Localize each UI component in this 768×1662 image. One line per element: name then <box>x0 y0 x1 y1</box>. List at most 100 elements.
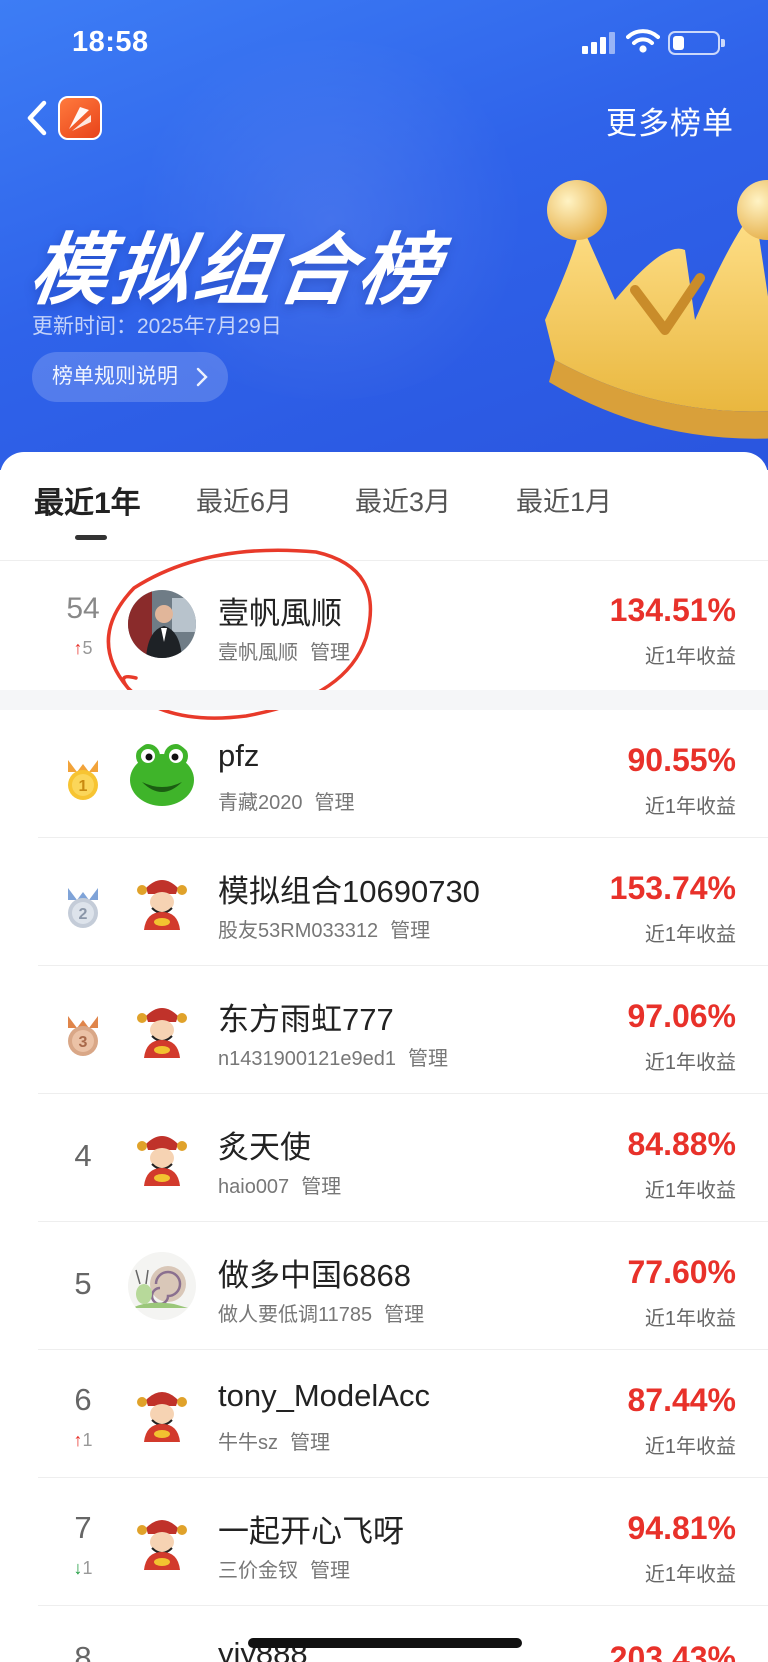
app-logo-icon[interactable] <box>58 96 102 140</box>
hero-banner: 18:58 更多榜单 模拟组合榜 更新时间：2025年7月29日 榜单规则说明 <box>0 0 768 470</box>
portfolio-owner: 做人要低调11785 管理 <box>218 1298 424 1327</box>
rank-change-value: 1 <box>82 1430 93 1450</box>
caishen-avatar-icon <box>128 1508 196 1576</box>
avatar[interactable] <box>128 740 196 808</box>
frog-avatar-icon <box>128 740 196 808</box>
tab-1month[interactable]: 最近1月 <box>516 480 612 519</box>
rules-button[interactable]: 榜单规则说明 <box>32 352 228 402</box>
svg-text:2: 2 <box>79 906 88 923</box>
rank-change: ↑1 <box>40 1430 126 1451</box>
avatar[interactable] <box>128 996 196 1064</box>
period-tabs: 最近1年 最近6月 最近3月 最近1月 <box>0 452 768 560</box>
return-value: 153.74% <box>609 870 736 906</box>
ranking-row-2[interactable]: 2 模拟组合10690730 股友53RM033312 管理 153.74% 近1… <box>0 838 768 966</box>
avatar[interactable] <box>128 1508 196 1576</box>
ranking-row-7[interactable]: 7 ↓1 一起开心飞呀 三价金钗 管理 94.81% 近1年收益 <box>0 1478 768 1606</box>
portfolio-owner: 三价金钗 管理 <box>218 1554 350 1583</box>
section-gap <box>0 690 768 710</box>
chevron-right-icon <box>196 367 208 387</box>
caishen-avatar-icon <box>128 1124 196 1192</box>
tab-3months[interactable]: 最近3月 <box>355 480 451 519</box>
portfolio-owner: 牛牛sz 管理 <box>218 1426 330 1455</box>
active-tab-indicator <box>75 535 107 540</box>
caishen-avatar-icon <box>128 996 196 1064</box>
silver-medal-icon: 2 <box>68 888 98 928</box>
ranking-row-4[interactable]: 4 炙天使 haio007 管理 84.88% 近1年收益 <box>0 1094 768 1222</box>
owner-name: 做人要低调11785 <box>218 1304 373 1326</box>
portfolio-owner: n1431900121e9ed1 管理 <box>218 1042 448 1071</box>
rank-change: ↓1 <box>40 1558 126 1579</box>
tab-1year[interactable]: 最近1年 <box>34 478 141 522</box>
rank-change-value: 5 <box>82 638 93 658</box>
return-label: 近1年收益 <box>644 796 736 818</box>
caishen-avatar-icon <box>128 1650 196 1662</box>
avatar[interactable] <box>128 1124 196 1192</box>
avatar[interactable] <box>128 1380 196 1448</box>
wifi-icon <box>626 29 660 53</box>
snail-avatar-icon <box>128 1252 196 1320</box>
manage-link[interactable]: 管理 <box>310 1560 350 1582</box>
caishen-avatar-icon <box>128 1380 196 1448</box>
owner-name: 三价金钗 <box>218 1560 298 1582</box>
return-label: 近1年收益 <box>644 1436 736 1458</box>
avatar[interactable] <box>128 1252 196 1320</box>
gold-medal-icon: 1 <box>68 760 98 800</box>
manage-link[interactable]: 管理 <box>384 1304 424 1326</box>
return-label: 近1年收益 <box>644 1308 736 1330</box>
portfolio-name[interactable]: 模拟组合10690730 <box>218 866 480 911</box>
manage-link[interactable]: 管理 <box>390 920 430 942</box>
rank-change-value: 1 <box>82 1558 93 1578</box>
owner-name: 青藏2020 <box>218 792 303 814</box>
portfolio-owner: 股友53RM033312 管理 <box>218 914 430 943</box>
return-value: 90.55% <box>627 742 736 778</box>
owner-name: 股友53RM033312 <box>218 920 379 942</box>
update-time: 更新时间：2025年7月29日 <box>32 315 282 338</box>
return-label: 近1年收益 <box>644 646 736 668</box>
rules-button-label: 榜单规则说明 <box>52 365 178 388</box>
rank-number: 7 <box>74 1510 92 1545</box>
return-value: 203.43% <box>609 1640 736 1662</box>
portfolio-name[interactable]: pfz <box>218 738 259 774</box>
ranking-row-3[interactable]: 3 东方雨虹777 n1431900121e9ed1 管理 97.06% 近1年收… <box>0 966 768 1094</box>
owner-name: 牛牛sz <box>218 1432 278 1454</box>
back-chevron-icon[interactable] <box>22 98 52 138</box>
portfolio-name[interactable]: 东方雨虹777 <box>218 994 394 1039</box>
return-label: 近1年收益 <box>644 1180 736 1202</box>
portfolio-name[interactable]: 做多中国6868 <box>218 1250 411 1295</box>
manage-link[interactable]: 管理 <box>315 792 355 814</box>
signal-icon <box>582 32 616 54</box>
return-value: 77.60% <box>627 1254 736 1290</box>
portfolio-owner: 青藏2020 管理 <box>218 786 355 815</box>
manage-link[interactable]: 管理 <box>290 1432 330 1454</box>
manage-link[interactable]: 管理 <box>408 1048 448 1070</box>
portfolio-name[interactable]: tony_ModelAcc <box>218 1378 430 1414</box>
battery-icon <box>668 31 725 55</box>
sail-icon <box>69 107 91 131</box>
ranking-row-6[interactable]: 6 ↑1 tony_ModelAcc 牛牛sz 管理 87.44% 近1年收益 <box>0 1350 768 1478</box>
ranking-row-8[interactable]: 8 yiy888 203.43% <box>0 1606 768 1662</box>
more-lists-button[interactable]: 更多榜单 <box>606 98 734 143</box>
rank-number: 4 <box>74 1138 92 1173</box>
crown-icon <box>545 180 768 439</box>
owner-name: haio007 <box>218 1176 290 1198</box>
rank-number: 6 <box>74 1382 92 1417</box>
return-value: 87.44% <box>627 1382 736 1418</box>
avatar[interactable] <box>128 1650 196 1662</box>
return-value: 94.81% <box>627 1510 736 1546</box>
rank-number: 5 <box>74 1266 92 1301</box>
owner-name: n1431900121e9ed1 <box>218 1048 396 1070</box>
portfolio-name[interactable]: 一起开心飞呀 <box>218 1506 404 1551</box>
ranking-row-5[interactable]: 5 做多中国6868 做人要低调11785 管理 77.60% 近1年收益 <box>0 1222 768 1350</box>
page-title: 模拟组合榜 <box>24 226 448 314</box>
rank-number: 8 <box>74 1640 92 1662</box>
portfolio-owner: haio007 管理 <box>218 1170 341 1199</box>
return-label: 近1年收益 <box>644 1564 736 1586</box>
return-value: 134.51% <box>609 592 736 628</box>
tab-6months[interactable]: 最近6月 <box>196 480 292 519</box>
status-bar: 18:58 <box>0 0 768 90</box>
portfolio-name[interactable]: 炙天使 <box>218 1122 311 1167</box>
avatar[interactable] <box>128 868 196 936</box>
status-time: 18:58 <box>72 26 149 58</box>
ranking-row-1[interactable]: 1 pfz 青藏2020 管理 90.55% 近1年收益 <box>0 710 768 838</box>
manage-link[interactable]: 管理 <box>301 1176 341 1198</box>
